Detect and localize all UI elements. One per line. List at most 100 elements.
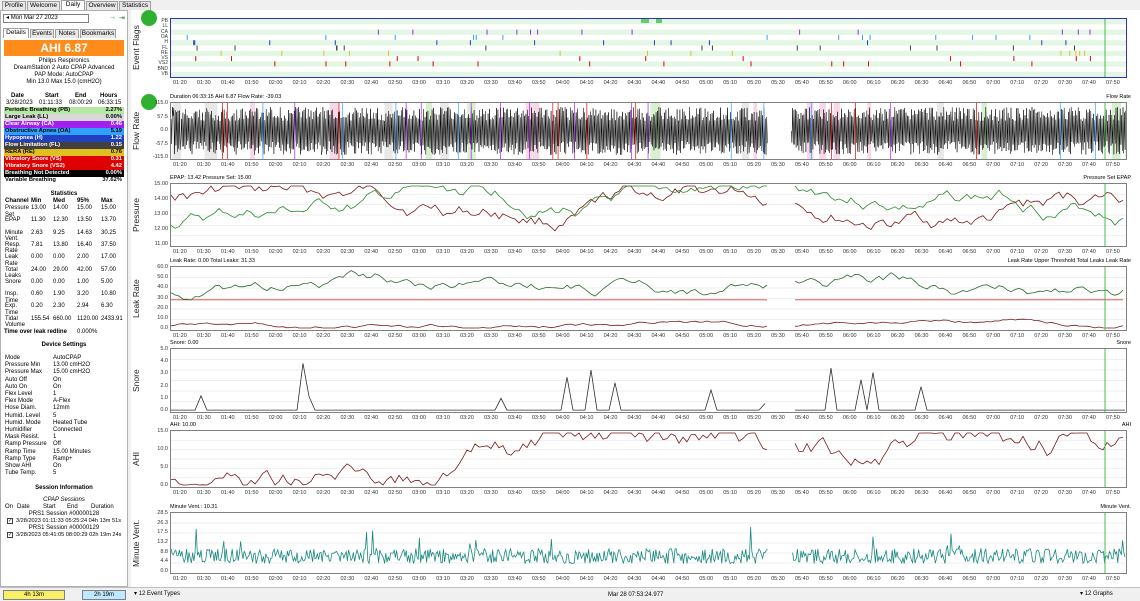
graphs-dropdown[interactable]: ▾ 12 Graphs — [1078, 590, 1134, 600]
time-tick-label: 02:50 — [388, 415, 403, 421]
time-tick-label: 07:20 — [1034, 249, 1048, 255]
time-tick-label: 01:30 — [196, 415, 211, 421]
time-tick-label: 06:30 — [914, 415, 929, 421]
event-row[interactable]: Vibratory Snore (VS) 0.31 — [4, 156, 124, 163]
time-tick-label: 02:30 — [340, 162, 355, 168]
time-tick-label: 07:30 — [1058, 162, 1072, 168]
status-bar: 4h 13m 2h 19m ▾ 12 Event Types Mar 28 07… — [0, 587, 1140, 601]
tab-statistics[interactable]: Statistics — [119, 1, 151, 10]
time-tick-label: 07:00 — [986, 333, 1001, 339]
y-tick-label: -115.0 — [152, 154, 168, 160]
time-tick-label: 03:10 — [436, 80, 450, 86]
leak-redline-value: 0.000% — [77, 329, 98, 335]
subtab-bookmarks[interactable]: Bookmarks — [80, 29, 116, 38]
device-setting-value: 12mm — [53, 405, 70, 412]
time-tick-label: 07:20 — [1034, 576, 1048, 582]
device-setting-value: Ramp+ — [53, 455, 73, 462]
time-tick-label: 04:20 — [603, 333, 618, 339]
event-label: Flow Limitation (FL) — [5, 142, 61, 148]
device-setting-label: Show AHI — [5, 463, 32, 469]
stats-value: 5.00 — [101, 278, 113, 285]
time-tick-label: 03:50 — [531, 162, 546, 168]
time-tick-label: 07:10 — [1010, 249, 1025, 255]
ahi-graph[interactable] — [170, 430, 1127, 488]
time-tick-label: 03:00 — [412, 333, 426, 339]
pressure-graph[interactable] — [170, 183, 1127, 247]
next-day-icon[interactable]: → — [109, 14, 116, 21]
time-tick-label: 01:40 — [220, 80, 235, 86]
event-row[interactable]: Clear Airway (CA) 0.46 — [4, 121, 124, 128]
event-row[interactable]: Periodic Breathing (PB) 2.27% — [4, 107, 124, 114]
time-tick-label: 03:50 — [531, 80, 546, 86]
details-panel: ◂ Mon Mar 27 2023 → ⇥ Details Events Not… — [0, 10, 128, 587]
event-row[interactable]: Hypopnea (H) 1.22 — [4, 135, 124, 142]
session-2-button[interactable]: 2h 19m — [82, 590, 126, 600]
leak-graph[interactable] — [170, 266, 1127, 331]
event-label: Periodic Breathing (PB) — [5, 107, 71, 113]
time-tick-label: 02:40 — [364, 490, 379, 496]
time-tick-label: 01:50 — [244, 162, 259, 168]
time-tick-label: 03:30 — [484, 415, 498, 421]
time-tick-label: 07:20 — [1034, 80, 1048, 86]
time-tick-label: 05:10 — [723, 333, 737, 339]
sess-hdr-duration: Duration — [91, 504, 114, 510]
time-tick-label: 01:50 — [244, 80, 259, 86]
session-2-checkbox[interactable]: ✓ — [7, 532, 13, 538]
time-tick-label: 05:10 — [723, 80, 737, 86]
subtab-details[interactable]: Details — [3, 28, 29, 38]
session-1-checkbox[interactable]: ✓ — [7, 518, 13, 524]
tab-profile[interactable]: Profile — [2, 1, 26, 10]
stats-value: 14.00 — [53, 205, 69, 211]
time-tick-label: 02:20 — [316, 80, 331, 86]
event-row[interactable]: Variable Breathing 37.62% — [4, 177, 124, 184]
time-tick-label: 06:00 — [842, 333, 857, 339]
time-tick-label: 06:50 — [962, 576, 977, 582]
time-tick-label: 02:20 — [316, 333, 331, 339]
event-row[interactable]: Breathing Not Detected 0.00% — [4, 170, 124, 177]
event-types-dropdown[interactable]: ▾ 12 Event Types — [132, 590, 194, 600]
flags-graph[interactable] — [170, 18, 1127, 78]
session-date-header: Date — [11, 93, 25, 99]
subtab-notes[interactable]: Notes — [55, 29, 79, 38]
tab-overview[interactable]: Overview — [86, 1, 118, 10]
minvent-graph[interactable] — [170, 512, 1127, 574]
time-tick-label: 02:10 — [292, 80, 307, 86]
time-tick-label: 06:10 — [866, 162, 881, 168]
y-tick-label: 11.00 — [154, 241, 168, 247]
time-tick-label: 07:10 — [1010, 80, 1025, 86]
time-tick-label: 06:50 — [962, 333, 977, 339]
event-value: 0.00% — [105, 170, 122, 176]
event-label: RERA (RE) — [5, 149, 35, 155]
time-tick-label: 03:40 — [507, 249, 522, 255]
tab-welcome[interactable]: Welcome — [27, 1, 60, 10]
time-tick-label: 07:30 — [1058, 415, 1072, 421]
date-picker[interactable]: ◂ Mon Mar 27 2023 — [3, 14, 89, 23]
event-row[interactable]: Flow Limitation (FL) 0.15 — [4, 142, 124, 149]
flow-graph[interactable] — [170, 102, 1127, 160]
stats-channel: Exp. Time — [5, 303, 19, 316]
snore-graph[interactable] — [170, 348, 1127, 413]
subtab-events[interactable]: Events — [30, 29, 54, 38]
event-value: 4.42 — [110, 163, 122, 169]
stats-value: 0.20 — [31, 303, 43, 310]
event-row[interactable]: Vibratory Snore (VS2) 4.42 — [4, 163, 124, 170]
time-tick-label: 06:30 — [914, 490, 929, 496]
time-tick-label: 07:40 — [1082, 333, 1096, 339]
event-row[interactable]: Large Leak (LL) 0.00% — [4, 114, 124, 121]
last-day-icon[interactable]: ⇥ — [119, 14, 125, 22]
session-1-button[interactable]: 4h 13m — [3, 590, 65, 600]
y-tick-label: 10.0 — [157, 446, 168, 452]
time-tick-label: 03:00 — [412, 490, 426, 496]
pressure-ylabel: Pressure — [131, 198, 141, 233]
time-tick-label: 02:40 — [364, 80, 379, 86]
event-row[interactable]: Obstructive Apnea (OA) 5.19 — [4, 128, 124, 135]
stats-header: Channel — [5, 198, 29, 204]
prev-day-icon[interactable]: ◂ — [6, 15, 9, 21]
y-tick-label: 5.0 — [160, 464, 168, 470]
y-tick-label: 13.00 — [154, 211, 168, 217]
time-tick-label: 07:30 — [1058, 249, 1072, 255]
event-row[interactable]: RERA (RE) 0.76 — [4, 149, 124, 156]
stats-value: 2433.91 — [101, 315, 123, 322]
stats-value: 13.80 — [53, 241, 69, 248]
tab-daily[interactable]: Daily — [61, 0, 85, 10]
